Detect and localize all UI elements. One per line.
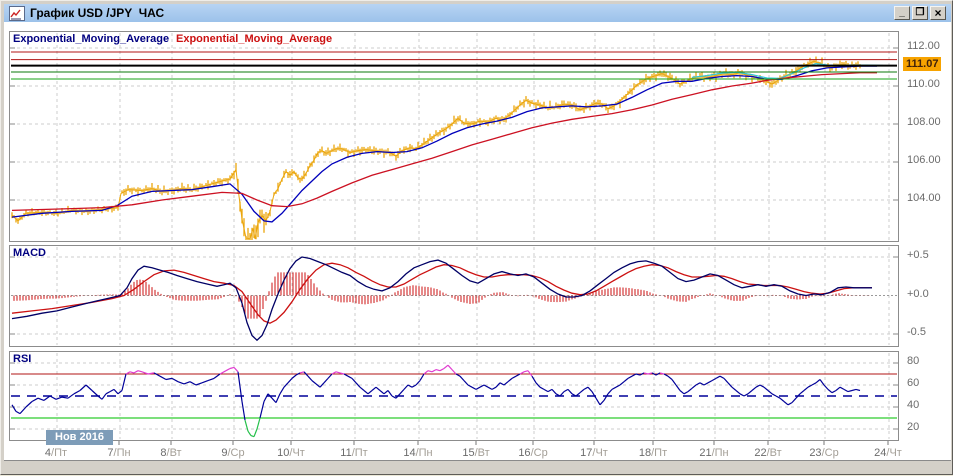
rsi-axis-label: 20	[907, 421, 920, 433]
rsi-axis-label: 60	[907, 377, 920, 389]
date-tick-label: 9/Ср	[221, 447, 245, 459]
date-tick-label: 23/Ср	[809, 447, 839, 459]
price-axis-label: 106.00	[907, 154, 941, 166]
date-tick-label: 24/Чт	[874, 447, 902, 459]
rsi-axis-label: 80	[907, 355, 920, 367]
price-axis-label: 104.00	[907, 192, 941, 204]
date-tick-label: 17/Чт	[580, 447, 608, 459]
date-tick-label: 7/Пн	[107, 447, 131, 459]
date-tick-label: 14/Пн	[403, 447, 433, 459]
rsi-axis-label: 40	[907, 399, 920, 411]
macd-axis-label: +0.5	[907, 249, 929, 261]
price-axis-label: 112.00	[907, 40, 940, 52]
macd-chart-panel[interactable]	[9, 245, 899, 347]
macd-axis-label: +0.0	[907, 287, 929, 300]
current-price-tag: 111.07	[903, 56, 942, 71]
date-tick-label: 4/Пт	[44, 447, 68, 459]
rsi-chart-panel[interactable]	[9, 351, 899, 441]
month-badge: Нов 2016	[46, 430, 113, 445]
date-tick-label: 10/Чт	[277, 447, 305, 459]
macd-label: MACD	[13, 247, 46, 259]
date-tick-label: 11/Пт	[340, 447, 368, 459]
chart-window: График USD /JPY ЧАС _ ❐ × Exponential_Mo…	[0, 0, 953, 475]
date-tick-label: 18/Пт	[638, 447, 668, 459]
rsi-label: RSI	[13, 353, 32, 365]
price-axis-label: 108.00	[907, 116, 941, 128]
date-tick-label: 22/Вт	[754, 447, 782, 459]
price-chart-panel[interactable]	[9, 31, 899, 242]
ema-label-blue: Exponential_Moving_Average	[13, 33, 170, 45]
price-axis-label: 110.00	[907, 78, 940, 90]
macd-axis-label: -0.5	[907, 326, 926, 338]
date-tick-label: 15/Вт	[462, 447, 490, 459]
ema-label-red: Exponential_Moving_Average	[176, 33, 333, 45]
chart-stage: Exponential_Moving_Average Exponential_M…	[1, 1, 953, 476]
date-tick-label: 8/Вт	[160, 447, 182, 459]
date-tick-label: 16/Ср	[518, 447, 548, 459]
date-tick-label: 21/Пн	[699, 447, 729, 459]
